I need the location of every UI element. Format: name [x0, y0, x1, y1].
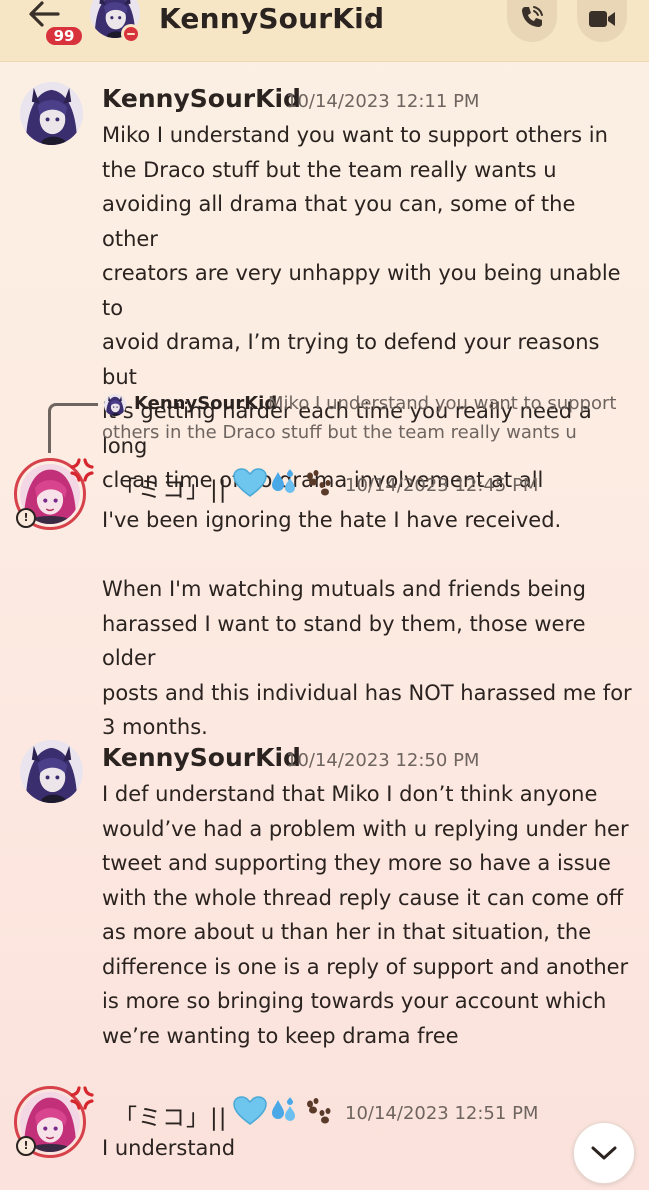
scroll-to-bottom-button[interactable]	[573, 1122, 635, 1184]
message-timestamp: 10/14/2023 12:11 PM	[286, 91, 480, 112]
reply-author: KennySourKid	[134, 393, 278, 414]
message-text: I understand	[102, 1136, 236, 1160]
paw-prints-icon	[307, 1098, 331, 1124]
chat-header: 99 KennySourKid ›	[0, 0, 649, 62]
message-text: I def understand that Miko I don’t think…	[102, 782, 629, 1048]
message-timestamp: 10/14/2023 12:50 PM	[286, 750, 480, 771]
status-icon: !	[16, 508, 36, 528]
sweat-droplets-icon	[272, 469, 295, 493]
message-timestamp: 10/14/2023 12:45 PM	[345, 475, 539, 496]
message-text: I've been ignoring the hate I have recei…	[102, 508, 632, 739]
status-icon: !	[16, 1136, 36, 1156]
phone-call-icon	[522, 6, 543, 27]
avatar[interactable]: !	[14, 1086, 94, 1158]
avatar[interactable]: !	[14, 458, 94, 530]
page-title[interactable]: KennySourKid	[159, 2, 384, 35]
avatar[interactable]	[20, 740, 83, 803]
author-emojis	[233, 1096, 333, 1126]
reply-text: others in the Draco stuff but the team r…	[102, 422, 577, 443]
video-camera-icon	[589, 11, 615, 27]
message-author[interactable]: KennySourKid	[102, 84, 301, 113]
sweat-droplets-icon	[272, 1097, 295, 1121]
do-not-disturb-status-icon	[121, 24, 141, 44]
voice-call-button[interactable]	[507, 0, 557, 42]
author-emojis	[233, 468, 333, 498]
message-author[interactable]: KennySourKid	[102, 743, 301, 772]
anger-symbol-icon	[70, 458, 94, 482]
reply-connector	[48, 403, 98, 453]
anger-symbol-icon	[70, 1086, 94, 1110]
message-author[interactable]: 「ミコ」||	[114, 1098, 228, 1132]
light-blue-heart-icon	[233, 1096, 267, 1125]
unread-count-badge: 99	[43, 24, 85, 48]
video-call-button[interactable]	[577, 0, 627, 42]
light-blue-heart-icon	[233, 468, 267, 497]
reply-text: Miko I understand you want to support	[268, 393, 617, 414]
message-author[interactable]: 「ミコ」||	[114, 470, 228, 504]
avatar	[104, 394, 126, 416]
chevron-right-icon[interactable]: ›	[365, 6, 373, 30]
chevron-down-icon	[591, 1146, 617, 1160]
avatar[interactable]	[20, 82, 83, 145]
message-timestamp: 10/14/2023 12:51 PM	[345, 1103, 539, 1124]
paw-prints-icon	[307, 470, 331, 496]
